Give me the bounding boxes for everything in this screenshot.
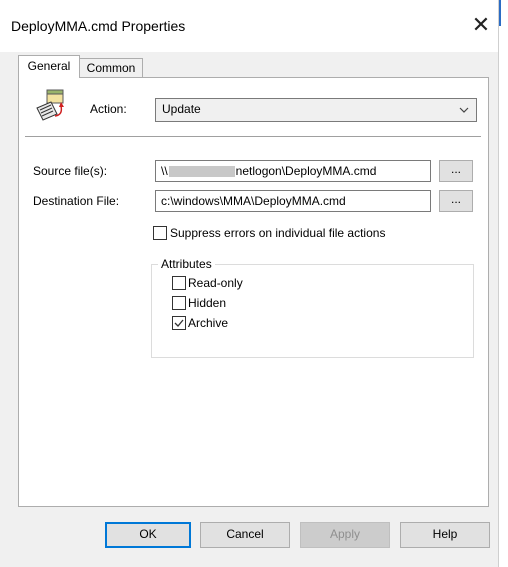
suppress-errors-checkbox[interactable]	[153, 226, 167, 240]
redacted-server-name	[168, 166, 235, 178]
properties-dialog: DeployMMA.cmd Properties ✕ General Commo…	[0, 0, 499, 567]
source-files-input[interactable]: \\ netlogon\DeployMMA.cmd	[155, 160, 431, 182]
source-prefix: \\	[161, 164, 168, 178]
background-window-edge	[499, 0, 508, 567]
file-update-icon	[36, 89, 64, 121]
source-label: Source file(s):	[33, 164, 108, 178]
close-icon[interactable]: ✕	[468, 10, 494, 40]
read-only-label: Read-only	[188, 276, 243, 290]
hidden-label: Hidden	[188, 296, 227, 310]
ok-button[interactable]: OK	[105, 522, 191, 548]
source-suffix: netlogon\DeployMMA.cmd	[235, 164, 377, 178]
chevron-down-icon	[459, 107, 469, 113]
destination-browse-button[interactable]: ...	[439, 190, 473, 212]
title-bar: DeployMMA.cmd Properties ✕	[0, 0, 498, 52]
tab-general[interactable]: General	[18, 55, 80, 78]
action-select[interactable]: Update	[155, 98, 477, 122]
action-label: Action:	[90, 102, 127, 116]
help-button[interactable]: Help	[400, 522, 490, 548]
apply-button[interactable]: Apply	[300, 522, 390, 548]
cancel-button[interactable]: Cancel	[200, 522, 290, 548]
background-window-accent	[499, 0, 501, 26]
destination-file-input[interactable]: c:\windows\MMA\DeployMMA.cmd	[155, 190, 431, 212]
window-title: DeployMMA.cmd Properties	[11, 18, 186, 34]
checkmark-icon	[174, 319, 184, 327]
destination-value: c:\windows\MMA\DeployMMA.cmd	[161, 194, 346, 208]
hidden-checkbox[interactable]	[172, 296, 186, 310]
attributes-title: Attributes	[158, 257, 215, 271]
archive-label: Archive	[188, 316, 229, 330]
separator	[25, 136, 481, 137]
action-value: Update	[162, 102, 201, 116]
destination-label: Destination File:	[33, 194, 120, 208]
tab-common[interactable]: Common	[79, 58, 143, 77]
general-tab-panel: Action: Update Source file(s): \\ netlogo…	[18, 77, 489, 507]
suppress-errors-label: Suppress errors on individual file actio…	[170, 226, 386, 240]
archive-checkbox[interactable]	[172, 316, 186, 330]
read-only-checkbox[interactable]	[172, 276, 186, 290]
source-browse-button[interactable]: ...	[439, 160, 473, 182]
